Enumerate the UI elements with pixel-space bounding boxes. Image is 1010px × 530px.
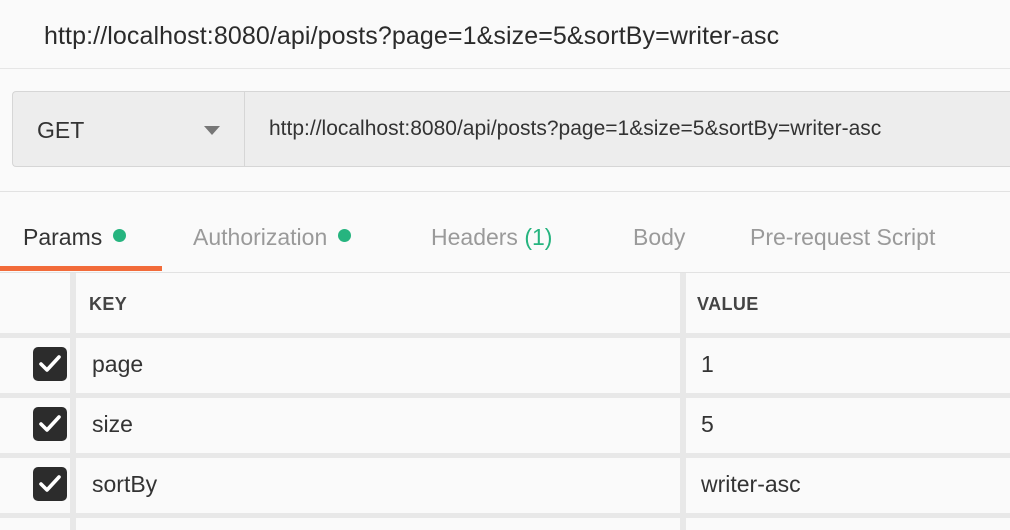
- tab-label: Headers: [431, 224, 518, 250]
- active-dot-icon: [338, 229, 352, 242]
- row-checkbox[interactable]: [33, 347, 67, 381]
- column-header-key: KEY: [89, 294, 128, 314]
- checkmark-icon: [39, 355, 61, 372]
- method-select[interactable]: GET: [12, 91, 244, 167]
- table-row: page 1: [0, 338, 1010, 394]
- tab-headers[interactable]: Headers (1): [431, 224, 552, 251]
- tab-label: Authorization: [193, 224, 328, 250]
- tab-pre-request-script[interactable]: Pre-request Script: [750, 224, 935, 251]
- tab-label: Pre-request Script: [750, 224, 936, 250]
- active-dot-icon: [113, 229, 127, 242]
- checkmark-icon: [39, 415, 61, 432]
- tab-label: Body: [633, 224, 686, 250]
- row-checkbox[interactable]: [33, 467, 67, 501]
- param-value[interactable]: 5: [701, 411, 714, 438]
- request-tabs: Params Authorization Headers (1) Body Pr…: [0, 192, 1010, 273]
- request-title[interactable]: http://localhost:8080/api/posts?page=1&s…: [44, 22, 779, 51]
- method-label: GET: [37, 117, 85, 143]
- table-row: sortBy writer-asc: [0, 458, 1010, 514]
- request-row: GET http://localhost:8080/api/posts?page…: [0, 69, 1010, 192]
- param-value[interactable]: writer-asc: [701, 471, 801, 498]
- tab-body[interactable]: Body: [633, 224, 685, 251]
- param-key[interactable]: page: [92, 351, 143, 378]
- tab-params[interactable]: Params: [23, 224, 127, 251]
- chevron-down-icon: [204, 126, 220, 135]
- headers-count: (1): [524, 224, 553, 250]
- tab-label: Params: [23, 224, 103, 250]
- tab-authorization[interactable]: Authorization: [193, 224, 352, 251]
- active-tab-underline: [0, 266, 162, 271]
- row-checkbox[interactable]: [33, 407, 67, 441]
- checkmark-icon: [39, 475, 61, 492]
- title-bar: http://localhost:8080/api/posts?page=1&s…: [0, 0, 1010, 69]
- table-row: size 5: [0, 398, 1010, 454]
- param-value[interactable]: 1: [701, 351, 714, 378]
- column-header-value: VALUE: [697, 294, 759, 314]
- params-table: KEY VALUE page 1 size 5 sortBy writer-as…: [0, 273, 1010, 530]
- url-input[interactable]: http://localhost:8080/api/posts?page=1&s…: [244, 91, 1010, 167]
- param-key[interactable]: sortBy: [92, 471, 157, 498]
- param-key[interactable]: size: [92, 411, 133, 438]
